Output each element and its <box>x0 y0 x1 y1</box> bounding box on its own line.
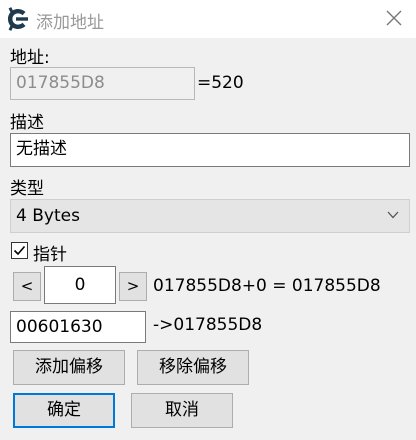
type-label: 类型 <box>10 179 44 199</box>
offset-result-text: 017855D8+0 = 017855D8 <box>153 276 381 296</box>
pointer-base-input[interactable]: 00601630 <box>10 311 146 343</box>
offset-decrement-button[interactable]: < <box>13 272 41 301</box>
pointer-label: 指针 <box>33 245 67 265</box>
pointer-checkbox[interactable] <box>11 242 28 259</box>
description-label: 描述 <box>10 113 44 133</box>
cheat-engine-icon <box>8 7 28 31</box>
address-input[interactable]: 017855D8 <box>10 67 195 100</box>
ok-button[interactable]: 确定 <box>13 393 115 428</box>
window-title: 添加地址 <box>36 13 104 33</box>
cancel-button[interactable]: 取消 <box>131 393 233 428</box>
type-select[interactable]: 4 Bytes <box>10 199 410 233</box>
title-bar: 添加地址 <box>0 0 416 38</box>
description-input[interactable]: 无描述 <box>10 133 410 167</box>
type-select-value: 4 Bytes <box>16 206 80 226</box>
chevron-down-icon <box>387 211 399 219</box>
address-computed-value: =520 <box>197 73 244 93</box>
offset-increment-button[interactable]: > <box>119 272 147 301</box>
remove-offset-button[interactable]: 移除偏移 <box>137 350 249 385</box>
close-icon[interactable] <box>383 7 405 29</box>
check-icon <box>13 245 26 256</box>
address-label: 地址: <box>10 48 50 68</box>
offset-input[interactable]: 0 <box>44 266 116 304</box>
add-offset-button[interactable]: 添加偏移 <box>13 350 125 385</box>
pointer-base-result-text: ->017855D8 <box>153 315 263 335</box>
